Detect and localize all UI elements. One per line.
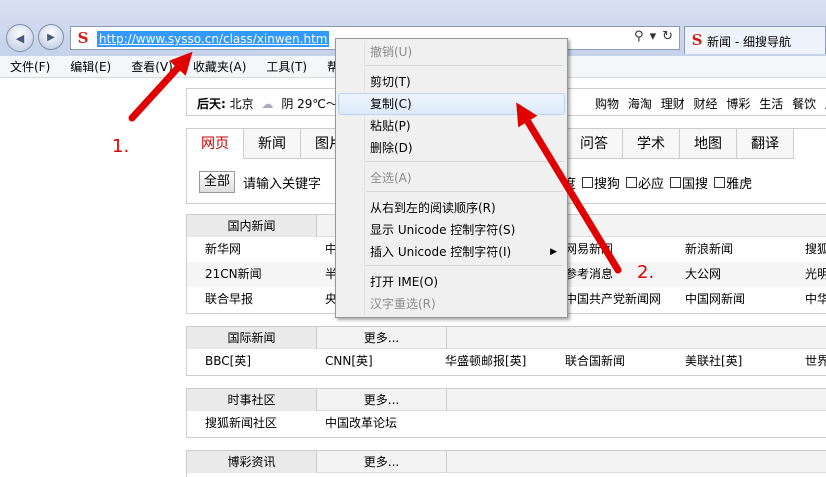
annotation-arrows (128, 51, 622, 274)
step1-label: 1. (112, 136, 130, 157)
screenshot-root: ◀ ▶ S http://www.sysso.cn/class/xinwen.h… (0, 0, 826, 477)
step2-label: 2. (637, 262, 655, 283)
arrow-step1-icon (128, 51, 193, 122)
arrow-step2-icon (516, 102, 622, 274)
